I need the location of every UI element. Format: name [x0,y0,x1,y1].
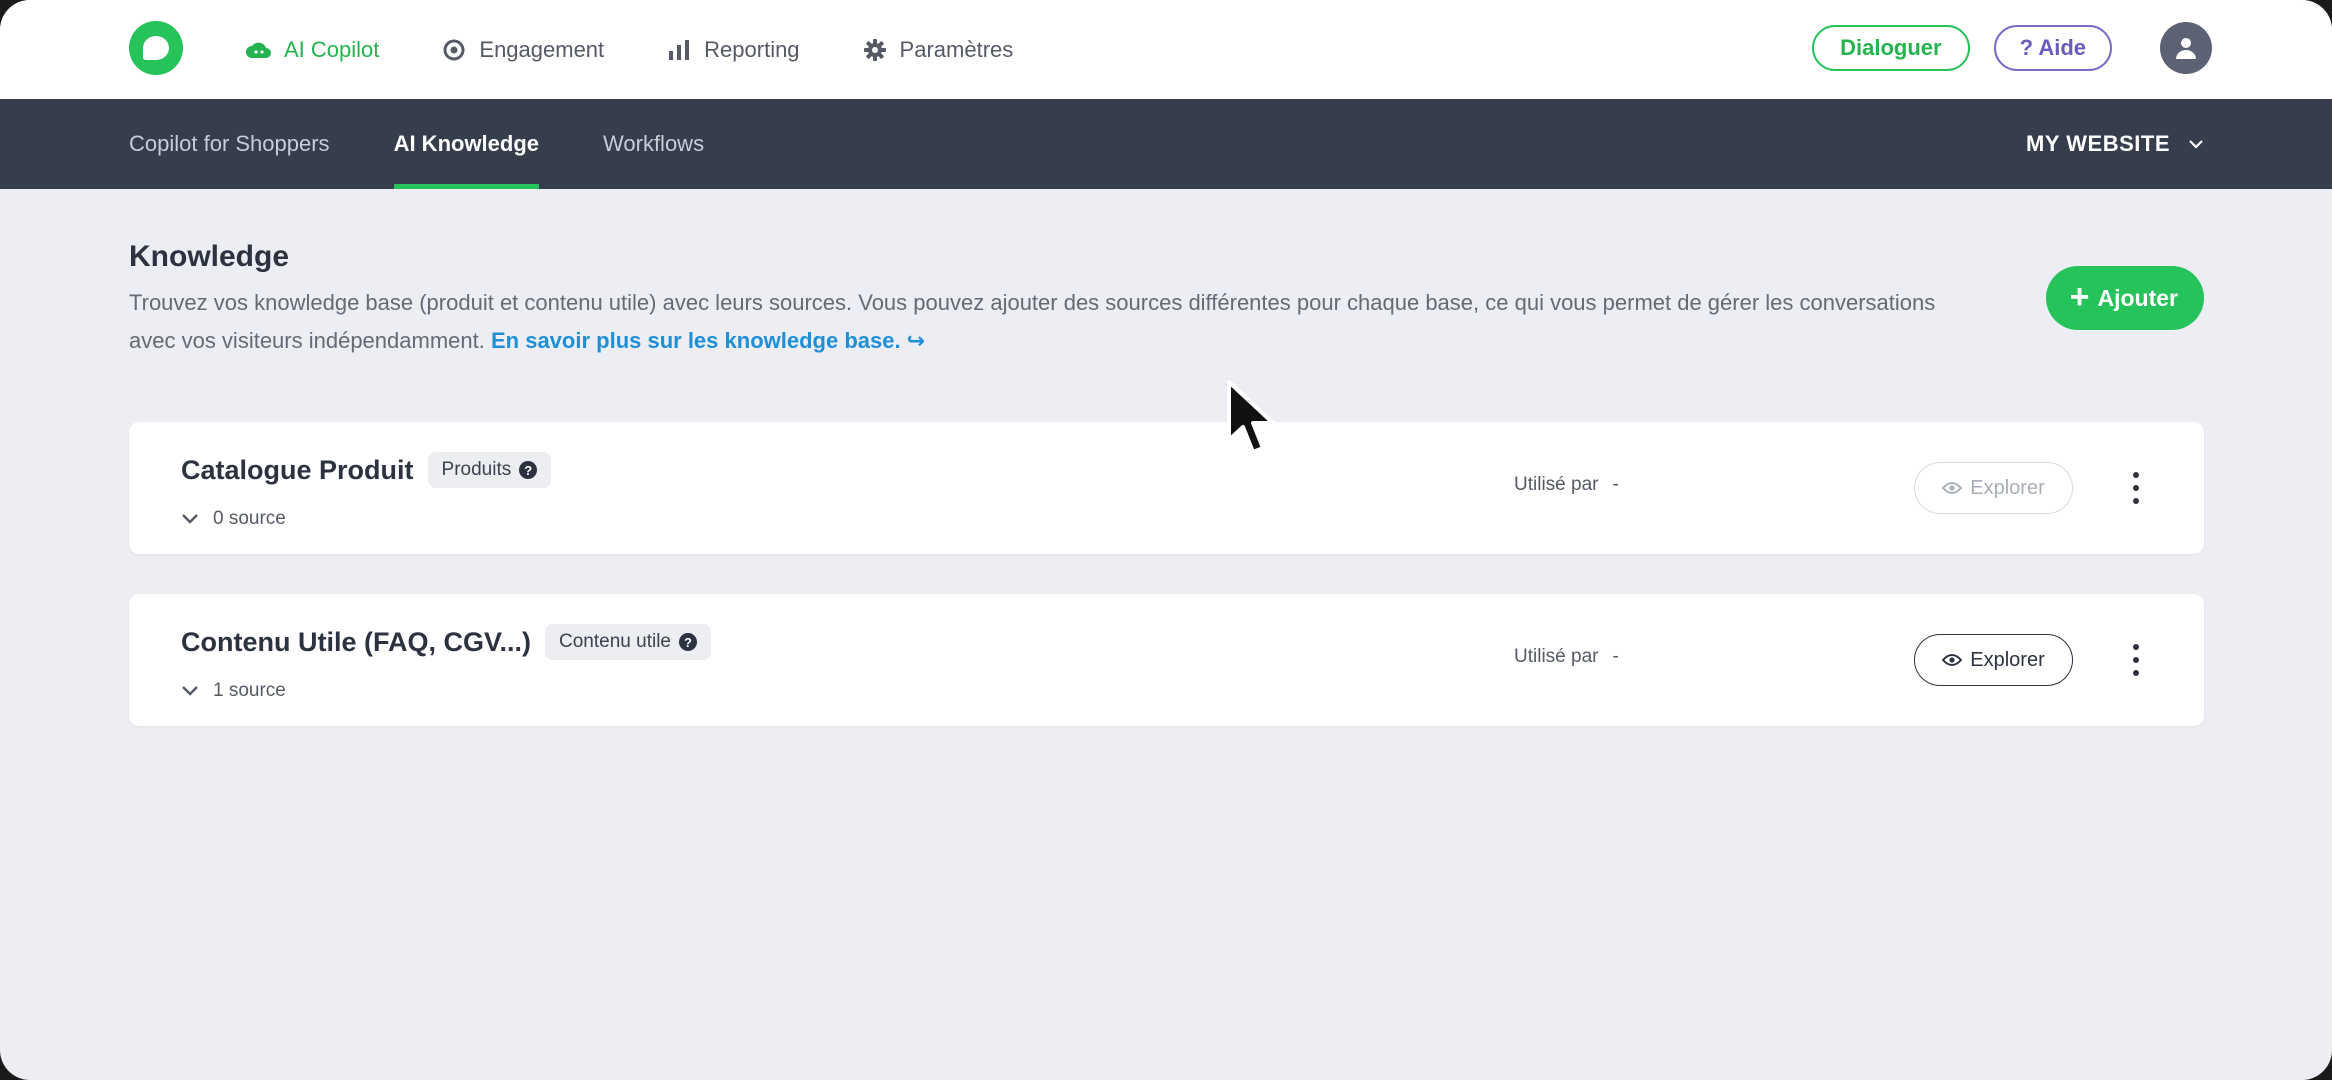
more-options-icon[interactable] [2129,644,2143,676]
used-by-value: - [1612,474,1619,495]
app-window: AI Copilot Engagement Reporting Paramètr… [0,0,2332,1080]
mouse-cursor-icon [1227,380,1275,454]
chat-bubble-icon [143,36,169,60]
sources-count: 1 source [213,680,286,701]
knowledge-base-tag: Contenu utile ? [545,624,711,660]
nav-parametres[interactable]: Paramètres [862,36,1014,63]
chevron-down-icon [182,686,198,696]
sub-nav-tabs: Copilot for Shoppers AI Knowledge Workfl… [129,99,704,189]
more-options-icon[interactable] [2129,472,2143,504]
main-nav: AI Copilot Engagement Reporting Paramètr… [246,0,1013,99]
knowledge-base-tag: Produits ? [427,452,552,488]
knowledge-base-card: Catalogue Produit Produits ? 0 source Ut… [129,422,2204,554]
add-button[interactable]: + Ajouter [2045,266,2204,330]
tag-label: Produits [441,459,512,480]
explore-button[interactable]: Explorer [1914,462,2073,514]
sub-nav: Copilot for Shoppers AI Knowledge Workfl… [0,99,2332,189]
eye-icon [1942,654,1963,666]
page-description: Trouvez vos knowledge base (produit et c… [129,284,1949,360]
target-icon [441,37,467,63]
user-icon [2176,38,2196,59]
used-by-label: Utilisé par [1514,474,1599,495]
top-actions: Dialoguer ? Aide [1812,22,2212,74]
nav-reporting[interactable]: Reporting [666,36,800,63]
card-title: Catalogue Produit Produits ? [181,452,552,488]
learn-more-link[interactable]: En savoir plus sur les knowledge base. ↪ [491,328,925,353]
nav-parametres-label: Paramètres [899,36,1014,62]
used-by-label: Utilisé par [1514,646,1599,667]
dialoguer-button[interactable]: Dialoguer [1812,25,1970,71]
cloud-icon [246,37,272,63]
website-selector-label: MY WEBSITE [2026,131,2170,156]
tab-copilot-for-shoppers[interactable]: Copilot for Shoppers [129,99,330,189]
used-by-value: - [1612,646,1619,667]
nav-engagement-label: Engagement [479,36,605,62]
knowledge-base-name: Contenu Utile (FAQ, CGV...) [181,626,532,657]
nav-ai-copilot-label: AI Copilot [284,36,380,62]
tag-label: Contenu utile [559,631,671,652]
nav-reporting-label: Reporting [704,36,800,62]
eye-icon [1942,482,1963,494]
aide-button[interactable]: ? Aide [1993,25,2112,71]
sources-toggle[interactable]: 1 source [181,680,286,702]
gear-icon [862,37,888,63]
knowledge-base-card: Contenu Utile (FAQ, CGV...) Contenu util… [129,594,2204,726]
plus-icon: + [2069,277,2090,316]
brand-logo[interactable] [129,21,183,75]
top-bar: AI Copilot Engagement Reporting Paramètr… [0,0,2332,99]
help-icon[interactable]: ? [678,633,697,651]
description-text: Trouvez vos knowledge base (produit et c… [129,290,1936,353]
explore-button[interactable]: Explorer [1914,634,2073,686]
tab-workflows[interactable]: Workflows [603,99,704,189]
card-title: Contenu Utile (FAQ, CGV...) Contenu util… [181,624,711,660]
bar-chart-icon [666,37,692,63]
website-selector[interactable]: MY WEBSITE [2026,99,2204,189]
explore-button-label: Explorer [1970,648,2045,671]
nav-ai-copilot[interactable]: AI Copilot [246,37,379,63]
nav-engagement[interactable]: Engagement [441,37,604,63]
sources-count: 0 source [213,508,286,529]
chevron-down-icon [182,514,198,524]
tab-ai-knowledge[interactable]: AI Knowledge [393,99,540,189]
page-title: Knowledge [129,240,290,273]
used-by: Utilisé par - [1514,646,1619,668]
knowledge-base-name: Catalogue Produit [181,454,414,485]
user-avatar[interactable] [2160,22,2212,74]
help-icon[interactable]: ? [519,461,538,479]
chevron-down-icon [2189,140,2203,149]
add-button-label: Ajouter [2097,284,2179,311]
used-by: Utilisé par - [1514,474,1619,496]
sources-toggle[interactable]: 0 source [181,508,286,530]
explore-button-label: Explorer [1970,476,2045,499]
